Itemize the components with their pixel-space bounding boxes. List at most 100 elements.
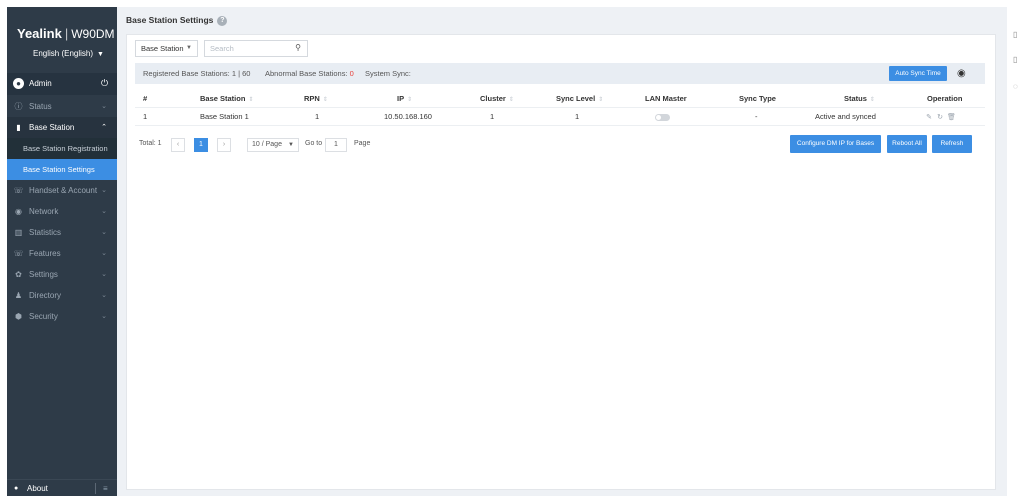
sidebar-item-label: Handset & Account <box>29 186 98 195</box>
cell-operation: ✎ ↻ 🗑 <box>925 108 958 127</box>
app-window: Yealink | W90DM English (English) ▼ ● Admin… <box>0 0 1024 502</box>
sidebar-item-status[interactable]: ⓘ Status ⌄ <box>7 96 117 117</box>
search-input[interactable] <box>205 41 290 56</box>
abnormal-label: Abnormal Base Stations: <box>265 69 348 78</box>
cell-lan-master <box>655 108 670 126</box>
refresh-button[interactable]: Refresh <box>932 135 972 153</box>
sidebar-item-directory[interactable]: ♟ Directory ⌄ <box>7 285 117 306</box>
pagination-bar: Total: 1 ‹ 1 › 10 / Page ▼ Go to 1 Page … <box>135 135 985 155</box>
chevron-down-icon: ⌄ <box>101 187 107 194</box>
goto-page-input[interactable]: 1 <box>325 138 347 152</box>
sidebar-item-statistics[interactable]: ▥ Statistics ⌄ <box>7 222 117 243</box>
col-sync-type: Sync Type <box>739 94 776 103</box>
col-ip[interactable]: IP ⇕ <box>397 90 412 109</box>
sidebar-subitem-label: Base Station Settings <box>23 165 95 174</box>
sidebar-item-security[interactable]: ⬢ Security ⌄ <box>7 306 117 327</box>
chevron-down-icon: ⌄ <box>101 103 107 110</box>
about-row[interactable]: ● About ≡ <box>7 479 117 496</box>
bar-chart-icon: ▥ <box>14 228 23 237</box>
sidebar-item-handset-account[interactable]: ☏ Handset & Account ⌄ <box>7 180 117 201</box>
brand-name: Yealink <box>17 26 62 41</box>
sidebar-item-base-station[interactable]: ▮ Base Station ⌃ <box>7 117 117 138</box>
cell-sync-type: - <box>755 112 758 121</box>
collapse-menu-icon[interactable]: ≡ <box>103 480 108 497</box>
chevron-down-icon: ⌄ <box>101 313 107 320</box>
auto-sync-time-button[interactable]: Auto Sync Time <box>889 66 947 81</box>
table-header: # Base Station ⇕ RPN ⇕ IP ⇕ Cluster ⇕ Sync L… <box>135 90 985 108</box>
per-page-value: 10 / Page <box>252 141 282 148</box>
registered-value: 1 | 60 <box>231 69 251 78</box>
chevron-down-icon: ▼ <box>186 45 192 51</box>
col-status[interactable]: Status ⇕ <box>844 90 875 109</box>
edit-icon[interactable]: ✎ <box>925 109 933 127</box>
sidebar-item-label: Settings <box>29 270 58 279</box>
info-circle-icon: ⓘ <box>14 102 23 111</box>
caret-down-icon: ▼ <box>97 51 104 58</box>
page-title: Base Station Settings? <box>126 15 228 26</box>
registered-stations: Registered Base Stations: 1 | 60 <box>143 63 250 84</box>
per-page-select[interactable]: 10 / Page ▼ <box>247 138 299 152</box>
help-question-icon[interactable]: ? <box>217 15 228 26</box>
col-sync-level[interactable]: Sync Level ⇕ <box>556 90 603 109</box>
chevron-down-icon: ⌄ <box>101 229 107 236</box>
user-name: Admin <box>29 79 52 88</box>
col-status-label: Status <box>844 94 867 103</box>
sidebar-item-settings[interactable]: ✿ Settings ⌄ <box>7 264 117 285</box>
content-panel: Base Station ▼ ⚲ Registered Base Station… <box>126 34 996 490</box>
page-title-text: Base Station Settings <box>126 15 214 25</box>
sidebar-subitem-label: Base Station Registration <box>23 144 108 153</box>
divider <box>95 483 96 494</box>
col-base-station-label: Base Station <box>200 94 246 103</box>
cell-sync-level: 1 <box>575 112 580 121</box>
edge-marker-icon: ▯ <box>1013 55 1018 64</box>
user-row: ● Admin ⏻ <box>7 73 117 95</box>
configure-dm-ip-button[interactable]: Configure DM IP for Bases <box>790 135 881 153</box>
col-rpn-label: RPN <box>304 94 320 103</box>
logout-power-icon[interactable]: ⏻ <box>101 78 108 89</box>
search-icon[interactable]: ⚲ <box>295 43 301 52</box>
language-select[interactable]: English (English) ▼ <box>33 49 104 58</box>
handset-icon: ☏ <box>13 186 24 195</box>
chevron-up-icon: ⌃ <box>101 124 107 131</box>
cell-base-station: Base Station 1 <box>200 112 249 121</box>
user-avatar-icon: ● <box>13 78 24 89</box>
sort-icon: ⇕ <box>407 97 413 103</box>
chevron-down-icon: ⌄ <box>101 250 107 257</box>
base-station-table: # Base Station ⇕ RPN ⇕ IP ⇕ Cluster ⇕ Sync L… <box>135 90 985 126</box>
logo-divider: | <box>64 26 69 41</box>
sidebar-subitem-base-station-settings[interactable]: Base Station Settings <box>7 159 117 180</box>
col-cluster[interactable]: Cluster ⇕ <box>480 90 514 109</box>
next-page-button[interactable]: › <box>217 138 231 152</box>
col-base-station[interactable]: Base Station ⇕ <box>200 90 253 109</box>
lan-master-toggle[interactable] <box>655 113 670 121</box>
col-rpn[interactable]: RPN ⇕ <box>304 90 328 109</box>
gear-icon: ✿ <box>15 270 22 279</box>
sidebar: Yealink | W90DM English (English) ▼ ● Admin… <box>7 7 117 496</box>
prev-page-button[interactable]: ‹ <box>171 138 185 152</box>
sidebar-item-label: Network <box>29 207 59 216</box>
delete-trash-icon[interactable]: 🗑 <box>947 109 956 127</box>
sidebar-item-network[interactable]: ◉ Network ⌄ <box>7 201 117 222</box>
registered-label: Registered Base Stations: <box>143 69 230 78</box>
sidebar-subitem-base-station-registration[interactable]: Base Station Registration <box>7 138 117 159</box>
edge-marker-icon: ▯ <box>1013 30 1018 39</box>
shield-icon: ⬢ <box>15 312 22 321</box>
reboot-icon[interactable]: ↻ <box>936 109 944 127</box>
abnormal-value: 0 <box>349 69 354 78</box>
directory-contacts-icon: ♟ <box>14 291 23 300</box>
sidebar-item-label: Features <box>29 249 61 258</box>
col-index: # <box>143 94 148 103</box>
sidebar-item-label: Status <box>29 102 52 111</box>
col-operation: Operation <box>927 94 963 103</box>
base-station-icon: ▮ <box>16 123 21 132</box>
filter-select[interactable]: Base Station ▼ <box>135 40 198 57</box>
sidebar-item-label: Security <box>29 312 58 321</box>
reboot-all-button[interactable]: Reboot All <box>887 135 927 153</box>
eye-icon[interactable]: ◉ <box>957 63 966 84</box>
page-number-button[interactable]: 1 <box>194 138 208 152</box>
search-box: ⚲ <box>204 40 308 57</box>
sidebar-item-features[interactable]: ☏ Features ⌄ <box>7 243 117 264</box>
sidebar-item-label: Base Station <box>29 123 75 132</box>
logo: Yealink | W90DM <box>17 26 115 44</box>
col-sync-level-label: Sync Level <box>556 94 596 103</box>
